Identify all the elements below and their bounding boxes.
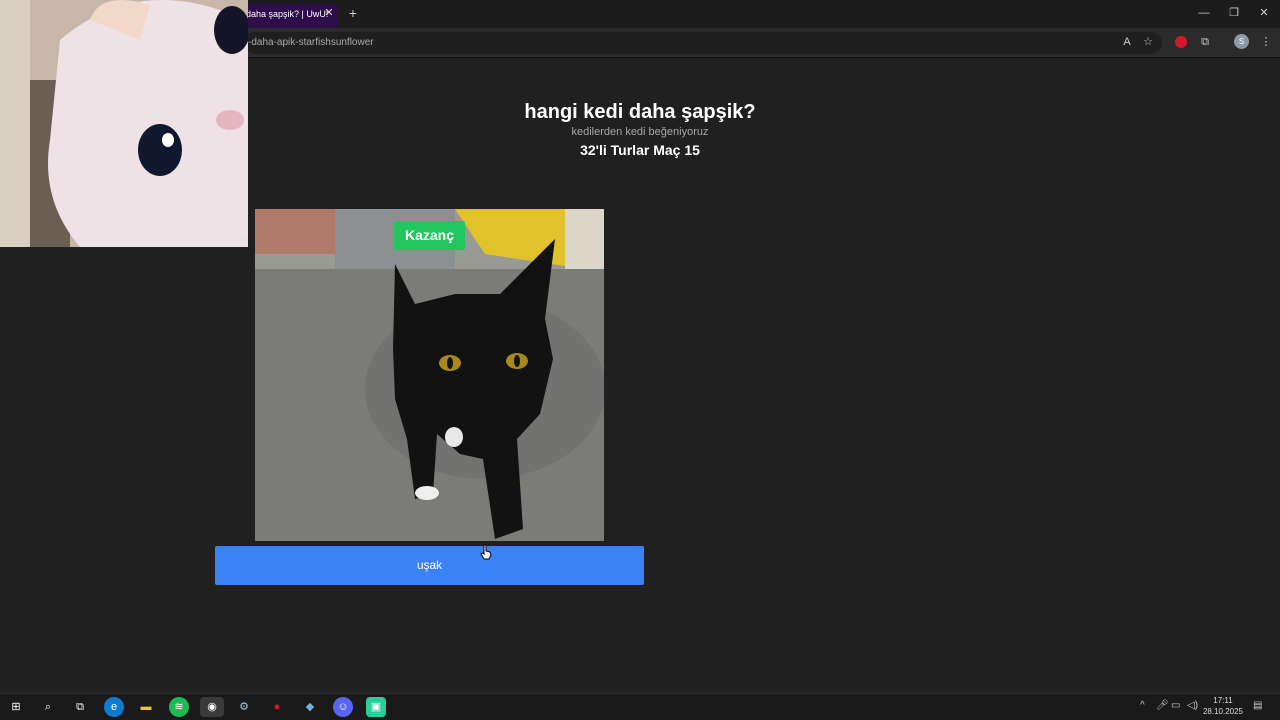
app-red-icon[interactable]: ● [267,697,287,717]
bookmark-star-icon[interactable]: ☆ [1140,34,1156,50]
window-close-icon[interactable]: ✕ [1249,3,1279,23]
steam-icon[interactable]: ⚙ [234,697,254,717]
translate-icon[interactable]: A [1119,34,1135,50]
menu-kebab-icon[interactable]: ⋮ [1258,34,1274,50]
notifications-icon[interactable]: ▤ [1253,700,1262,711]
volume-icon[interactable]: ◁) [1187,700,1198,711]
task-view-icon[interactable]: ⧉ [70,697,90,717]
discord-icon[interactable]: ☺ [333,697,353,717]
page-subtitle: kedilerden kedi beğeniyoruz [571,126,709,138]
app-green-icon[interactable]: ▣ [366,697,386,717]
search-icon: ⌕ [240,233,246,244]
webcam-cat-illustration [0,0,248,247]
tab-title: daha şapşik? | UwU! [246,9,329,19]
new-tab-button[interactable]: + [345,5,361,21]
microphone-icon[interactable]: 🎤︎ [1156,700,1169,711]
profile-avatar[interactable]: S [1234,34,1249,49]
minimize-icon[interactable]: — [1189,3,1219,23]
round-label: 32'li Turlar Maç 15 [580,142,700,158]
url-text[interactable]: -daha-apik-starfishsunflower [248,37,374,48]
clock-date: 28.10.2025 [1202,707,1244,716]
page-title: hangi kedi daha şapşik? [524,101,756,123]
network-icon[interactable]: ▭ [1171,700,1180,711]
choose-cat-button[interactable]: uşak [215,546,644,585]
address-bar[interactable] [244,32,1162,54]
cat-photo[interactable] [255,209,604,541]
tab-close-icon[interactable]: ✕ [322,6,336,20]
extension-red-icon[interactable] [1175,36,1187,48]
file-explorer-icon[interactable]: ▬ [136,697,156,717]
spotify-icon[interactable]: ≋ [169,697,189,717]
start-windows-icon[interactable]: ⊞ [6,697,26,717]
search-taskbar-icon[interactable]: ⌕ [38,697,58,717]
taskbar [0,693,1280,720]
hand-cursor-icon [480,544,492,560]
tray-chevron-up-icon[interactable]: ^ [1140,700,1145,711]
app-blue-icon[interactable]: ◆ [300,697,320,717]
restore-icon[interactable]: ❐ [1219,3,1249,23]
chrome-icon[interactable]: ◉ [200,697,224,717]
screen: daha şapşik? | UwU! ✕ + — ❐ ✕ -daha-apik… [0,0,1280,720]
clock-time: 17:11 [1213,696,1233,705]
webcam-overlay [0,0,248,247]
clock[interactable]: 17:11 28.10.2025 [1198,695,1248,717]
extensions-puzzle-icon[interactable]: ⧉ [1197,34,1213,50]
winner-badge: Kazanç [394,221,465,250]
edge-icon[interactable]: e [104,697,124,717]
cat-photo-illustration [255,209,604,541]
